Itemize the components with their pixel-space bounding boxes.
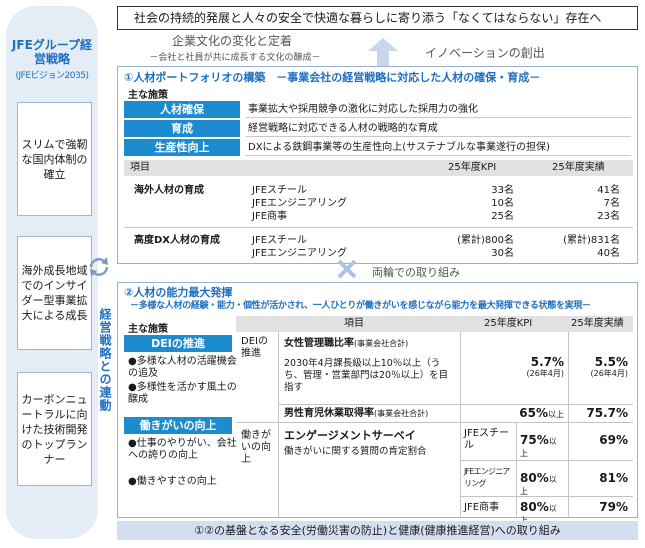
section1-main-label: 主な施策	[128, 90, 168, 101]
table-cell-actual: (累計)831名	[563, 235, 620, 246]
engage-group-label: 働きがいの向上	[241, 430, 271, 465]
section2-main-label: 主な施策	[128, 324, 168, 335]
linkage-vertical-label: 経営戦略との連動	[98, 308, 112, 412]
th2-actual: 25年度実績	[571, 318, 624, 329]
divider	[460, 460, 633, 461]
culture-text: 企業文化の変化と定着	[171, 34, 292, 48]
measure-productivity: 生産性向上	[124, 139, 240, 156]
table-cell-actual: 23名	[597, 211, 620, 222]
dei-bullet-2: ●多様性を活かす風土の醸成	[128, 382, 237, 405]
measure-engagement: 働きがいの向上	[124, 417, 232, 434]
mission-box: 社会の持続的発展と人々の安全で快適な暮らしに寄り添う「なくてはならない」存在へ	[117, 6, 638, 30]
section1-table-header: 項目 25年度KPI 25年度実績	[124, 160, 633, 176]
table-cell-actual: 7名	[603, 198, 620, 209]
table-cell-kpi: (累計)800名	[457, 235, 514, 246]
women-manager-title: 女性管理職比率(事業会社合計)	[284, 338, 408, 350]
strategy-title: JFEグループ経営戦略	[11, 38, 93, 66]
engage-kpi-value: 80%	[520, 500, 549, 514]
up-arrow-icon	[368, 38, 398, 66]
th1-kpi: 25年度KPI	[448, 162, 497, 173]
engage-kpi-value: 80%	[520, 471, 549, 485]
table-cell-kpi: 10名	[491, 198, 514, 209]
divider	[460, 332, 461, 422]
divider	[278, 332, 279, 518]
women-actual-note: (26年4月)	[590, 369, 628, 378]
divider	[460, 422, 461, 518]
table-cell-kpi: 33名	[491, 185, 514, 196]
table-row: JFEエンジニアリング	[464, 467, 510, 488]
measure-hiring-desc: 事業拡大や採用競争の激化に対応した採用力の強化	[246, 101, 631, 118]
measure-hiring: 人材確保	[124, 101, 240, 118]
women-kpi-note: (26年4月)	[526, 369, 564, 378]
group-dx: 高度DX人材の育成	[134, 235, 221, 246]
engage-bullet-1: ●仕事のやりがい、会社への誇りの向上	[128, 438, 237, 461]
measure-training-desc: 経営戦略に対応できる人材の戦略的な育成	[246, 120, 631, 137]
women-actual: 5.5% (26年4月)	[572, 356, 628, 380]
innovation-text: イノベーションの創出	[425, 46, 545, 60]
measure-productivity-desc: DXによる鉄鋼事業等の生産性向上(サステナブルな事業遂行の担保)	[246, 139, 631, 156]
engage-actual-trade: 79%	[599, 500, 628, 514]
section1-title: ①人材ポートフォリオの構築 －事業会社の経営戦略に対応した人材の確保・育成－	[124, 71, 541, 84]
th1-actual: 25年度実績	[552, 162, 605, 173]
engage-desc: 働きがいに関する質問の肯定割合	[284, 446, 427, 457]
engage-title: エンゲージメントサーベイ	[284, 429, 416, 442]
table-cell-kpi: 25名	[491, 211, 514, 222]
cross-arrows-icon	[337, 259, 357, 279]
engage-actual-steel: 69%	[599, 433, 628, 447]
section2-subtitle: －多様な人材の経験・能力・個性が活かされ、一人ひとりが働きがいを感じながら能力を…	[130, 301, 591, 311]
table-row: JFEスチール	[252, 235, 308, 246]
women-title-text: 女性管理職比率	[284, 338, 354, 349]
measure-training: 育成	[124, 120, 240, 137]
engage-kpi-eng: 80%以上	[520, 472, 564, 498]
section2-table-header: 項目 25年度KPI 25年度実績	[236, 316, 633, 332]
table-row: JFEスチール	[252, 185, 308, 196]
cycle-arrows-icon	[89, 257, 109, 277]
table-cell-kpi: 30名	[491, 248, 514, 259]
th1-item: 項目	[130, 162, 150, 173]
women-kpi: 5.7% (26年4月)	[470, 356, 564, 380]
divider	[568, 332, 569, 518]
table-cell-actual: 40名	[597, 248, 620, 259]
th2-kpi: 25年度KPI	[484, 318, 533, 329]
divider	[124, 227, 633, 228]
foundation-footer: ①②の基盤となる安全(労働災害の防止)と健康(健康推進経営)への取り組み	[117, 521, 638, 540]
table-row: JFE商事	[252, 211, 288, 222]
men-kpi-value: 65%	[519, 406, 548, 420]
th2-item: 項目	[344, 318, 364, 329]
culture-subtext: －会社と社員が共に成長する文化の醸成－	[149, 53, 321, 63]
divider	[236, 422, 633, 423]
strategy-box-3: カーボンニュートラルに向けた技術開発のトップランナー	[17, 372, 92, 486]
men-kpi: 65%以上	[470, 407, 564, 421]
strategy-box-2: 海外成長地域でのインサイダー型事業拡大による成長	[17, 236, 92, 350]
both-wheels-text: 両輪での取り組み	[372, 266, 460, 279]
women-manager-desc: 2030年4月課長級以上10％以上（うち、管理・営業部門は20％以上）を目指す	[284, 358, 449, 393]
table-row: JFEスチール	[464, 428, 510, 451]
women-note: (事業会社合計)	[354, 339, 409, 348]
strategy-box-1: スリムで強靭な国内体制の確立	[17, 102, 92, 216]
women-actual-value: 5.5%	[594, 355, 628, 369]
women-kpi-value: 5.7%	[530, 355, 564, 369]
table-row: JFEエンジニアリング	[252, 248, 348, 259]
men-leave-title: 男性育児休業取得率(事業会社合計)	[284, 408, 428, 420]
men-actual: 75.7%	[586, 406, 628, 420]
measure-dei: DEIの推進	[124, 335, 232, 352]
engage-kpi-steel: 75%以上	[520, 434, 564, 460]
table-row: JFE商事	[464, 502, 500, 513]
dei-group-label: DEIの推進	[241, 336, 268, 359]
dei-bullet-1: ●多様な人材の活躍機会の追及	[128, 356, 237, 379]
engage-actual-eng: 81%	[599, 471, 628, 485]
group-overseas: 海外人材の育成	[134, 185, 204, 196]
men-kpi-above: 以上	[548, 410, 564, 419]
men-note: (事業会社合計)	[374, 409, 429, 418]
engage-bullet-2: ●働きやすさの向上	[128, 476, 217, 487]
divider	[278, 404, 633, 405]
engage-kpi-value: 75%	[520, 433, 549, 447]
table-cell-actual: 41名	[597, 185, 620, 196]
strategy-subtitle: (JFEビジョン2035)	[15, 71, 89, 81]
men-title-text: 男性育児休業取得率	[284, 408, 374, 419]
table-row: JFEエンジニアリング	[252, 198, 348, 209]
divider	[516, 422, 517, 518]
